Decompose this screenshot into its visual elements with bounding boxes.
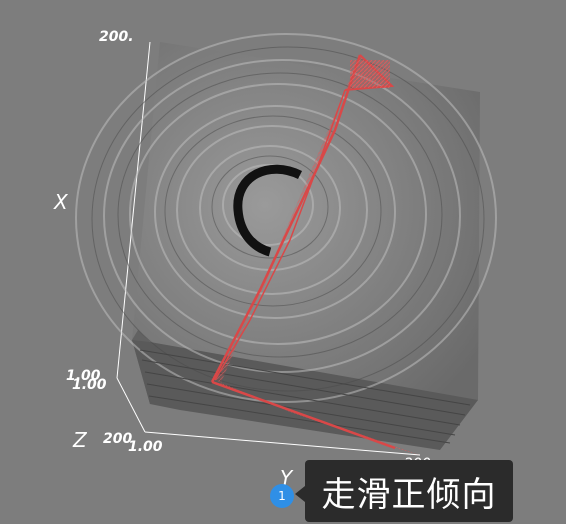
- step-badge[interactable]: 1: [270, 484, 294, 508]
- z-axis-min-tick: 1.00: [128, 439, 163, 455]
- tooltip-arrow: [295, 486, 305, 502]
- x-axis-min-tick-front: 1.00: [72, 377, 107, 393]
- tooltip-label: 走滑正倾向: [305, 460, 513, 522]
- volume-cube: [75, 33, 497, 450]
- z-axis-title: Z: [73, 428, 87, 452]
- x-axis-max-tick: 200.: [99, 29, 134, 45]
- x-axis-title: X: [54, 190, 68, 214]
